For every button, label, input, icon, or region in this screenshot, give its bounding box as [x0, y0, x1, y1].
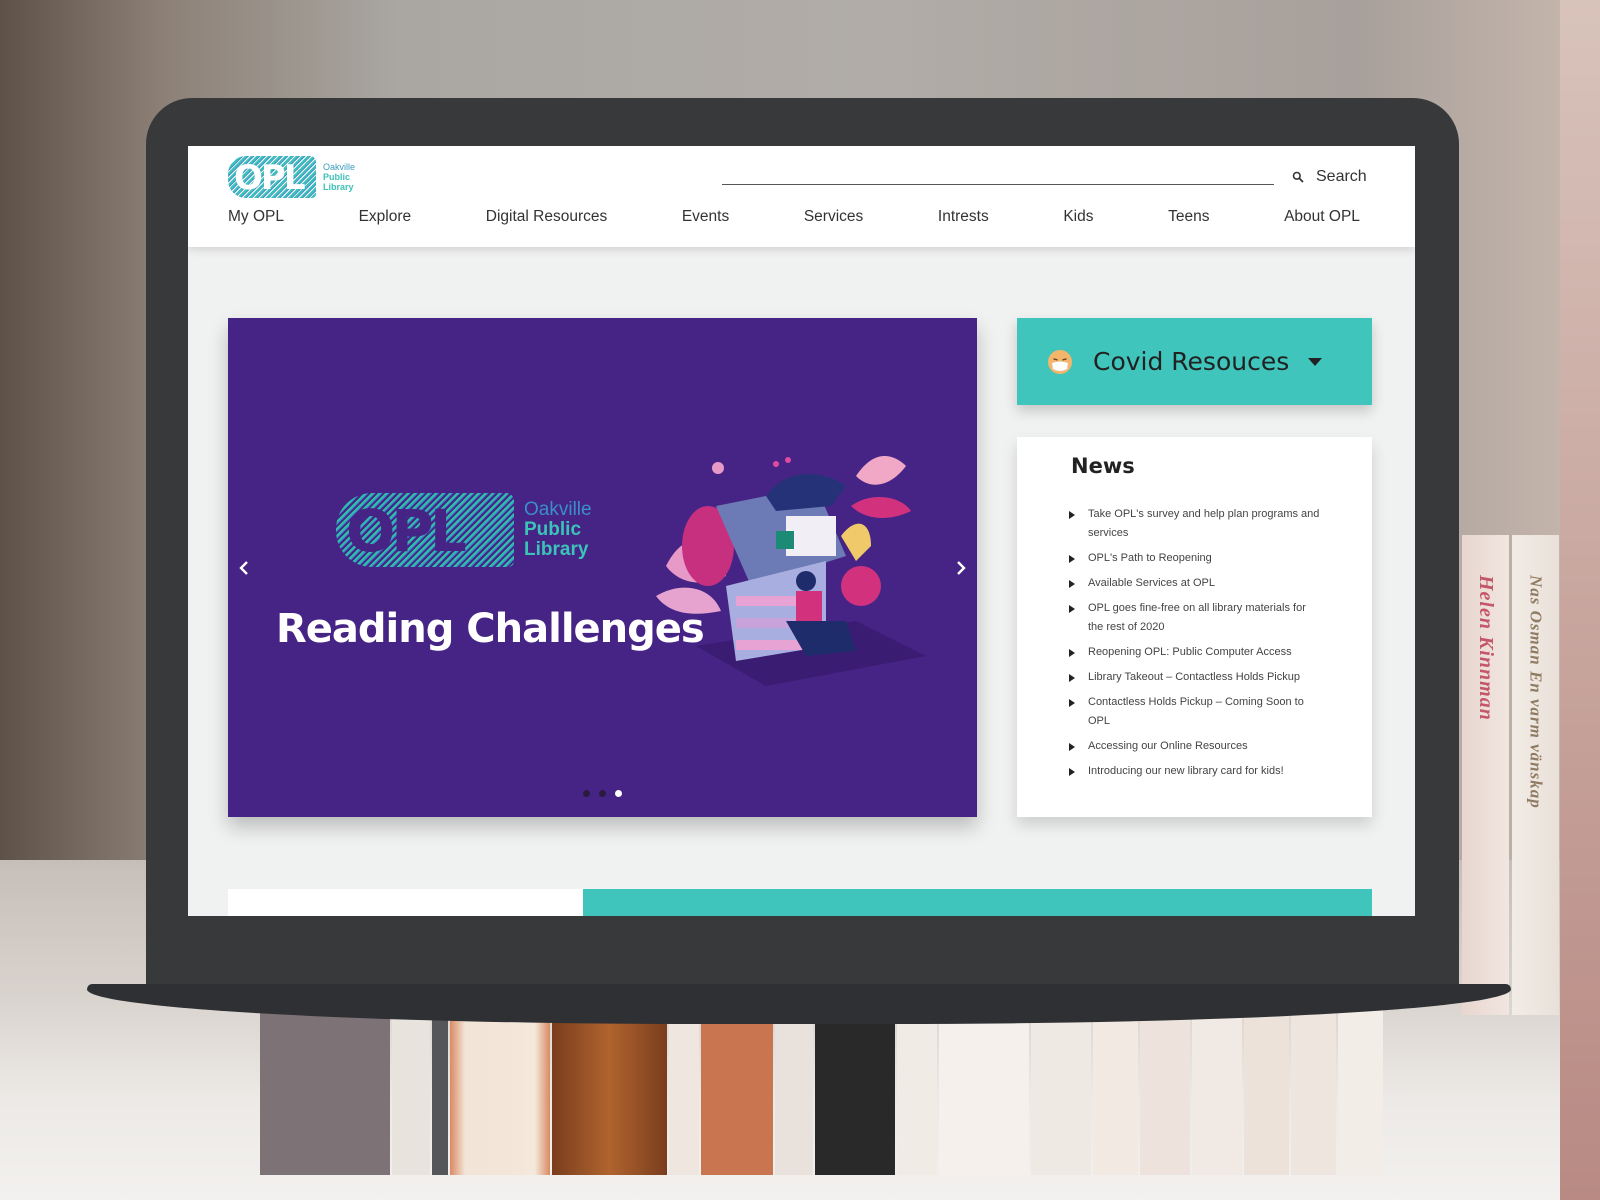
carousel-dot-1[interactable]	[583, 790, 590, 797]
search-button[interactable]: Search	[1292, 168, 1367, 186]
background-book-spines: Helen Kinnman Nas Osman En varm vänskap	[1462, 535, 1562, 1015]
book	[1244, 1000, 1289, 1175]
news-item[interactable]: OPL's Path to Reopening	[1069, 549, 1324, 568]
carousel-dot-2[interactable]	[599, 790, 606, 797]
book	[260, 1000, 390, 1175]
chevron-right-icon	[957, 561, 966, 575]
laptop-screen: OPL Oakville Public Library Search My OP…	[188, 146, 1415, 916]
book	[939, 1000, 1029, 1175]
reading-illustration	[656, 456, 926, 686]
nav-about-opl[interactable]: About OPL	[1284, 208, 1360, 226]
hero-opl-logo: OPL Oakville Public Library	[336, 493, 592, 567]
covid-resources-dropdown[interactable]: Covid Resouces	[1017, 318, 1372, 405]
nav-digital-resources[interactable]: Digital Resources	[486, 208, 607, 226]
news-item[interactable]: Take OPL's survey and help plan programs…	[1069, 505, 1324, 543]
chevron-left-icon	[239, 561, 248, 575]
news-item[interactable]: Reopening OPL: Public Computer Access	[1069, 643, 1324, 662]
site-logo[interactable]: OPL Oakville Public Library	[228, 154, 368, 200]
news-item[interactable]: Available Services at OPL	[1069, 574, 1324, 593]
news-item[interactable]: Contactless Holds Pickup – Coming Soon t…	[1069, 693, 1324, 731]
book	[897, 1000, 937, 1175]
nav-teens[interactable]: Teens	[1168, 208, 1209, 226]
news-item[interactable]: Library Takeout – Contactless Holds Pick…	[1069, 668, 1324, 687]
hero-carousel[interactable]: OPL Oakville Public Library Reading Chal…	[228, 318, 977, 817]
nav-services[interactable]: Services	[804, 208, 863, 226]
hero-logo-mark: OPL	[336, 493, 514, 567]
news-item[interactable]: Introducing our new library card for kid…	[1069, 762, 1324, 781]
carousel-prev-button[interactable]	[232, 556, 256, 580]
news-title: News	[1071, 454, 1135, 478]
book	[1031, 1000, 1091, 1175]
nav-my-opl[interactable]: My OPL	[228, 208, 284, 226]
logo-text: Oakville Public Library	[323, 162, 356, 192]
news-item[interactable]: OPL goes fine-free on all library materi…	[1069, 599, 1324, 637]
next-section-left-panel	[228, 889, 583, 916]
nav-events[interactable]: Events	[682, 208, 729, 226]
book	[1291, 1000, 1336, 1175]
main-nav: My OPL Explore Digital Resources Events …	[228, 208, 1360, 226]
background-wall	[1560, 0, 1600, 1200]
nav-interests[interactable]: Intrests	[938, 208, 989, 226]
book	[775, 1000, 813, 1175]
book	[552, 1000, 667, 1175]
book	[432, 1000, 448, 1175]
carousel-indicators	[583, 790, 631, 797]
book	[701, 1000, 773, 1175]
book	[1093, 1000, 1138, 1175]
book	[1140, 1000, 1190, 1175]
carousel-next-button[interactable]	[949, 556, 973, 580]
search-input[interactable]	[722, 184, 1274, 185]
site-header: OPL Oakville Public Library Search My OP…	[188, 146, 1415, 247]
book	[1338, 1000, 1383, 1175]
news-list: Take OPL's survey and help plan programs…	[1069, 505, 1324, 787]
book-spine: Helen Kinnman	[1462, 535, 1509, 1015]
book	[392, 1000, 430, 1175]
book	[1192, 1000, 1242, 1175]
nav-explore[interactable]: Explore	[359, 208, 412, 226]
news-card: News Take OPL's survey and help plan pro…	[1017, 437, 1372, 817]
next-section-teal-banner	[583, 889, 1372, 916]
face-with-mask-icon	[1048, 349, 1072, 374]
nav-kids[interactable]: Kids	[1063, 208, 1093, 226]
book	[669, 1000, 699, 1175]
search-icon	[1292, 171, 1304, 183]
carousel-dot-3-active[interactable]	[615, 790, 622, 797]
book-spine: Nas Osman En varm vänskap	[1512, 535, 1559, 1015]
news-item[interactable]: Accessing our Online Resources	[1069, 737, 1324, 756]
background-books	[260, 1000, 1530, 1175]
hero-title: Reading Challenges	[276, 606, 705, 652]
book	[815, 1000, 895, 1175]
hero-logo-text: Oakville Public Library	[524, 499, 592, 560]
caret-down-icon	[1308, 357, 1323, 366]
covid-resources-label: Covid Resouces	[1093, 347, 1290, 376]
opl-logo-mark: OPL	[228, 156, 316, 198]
book	[450, 1000, 550, 1175]
